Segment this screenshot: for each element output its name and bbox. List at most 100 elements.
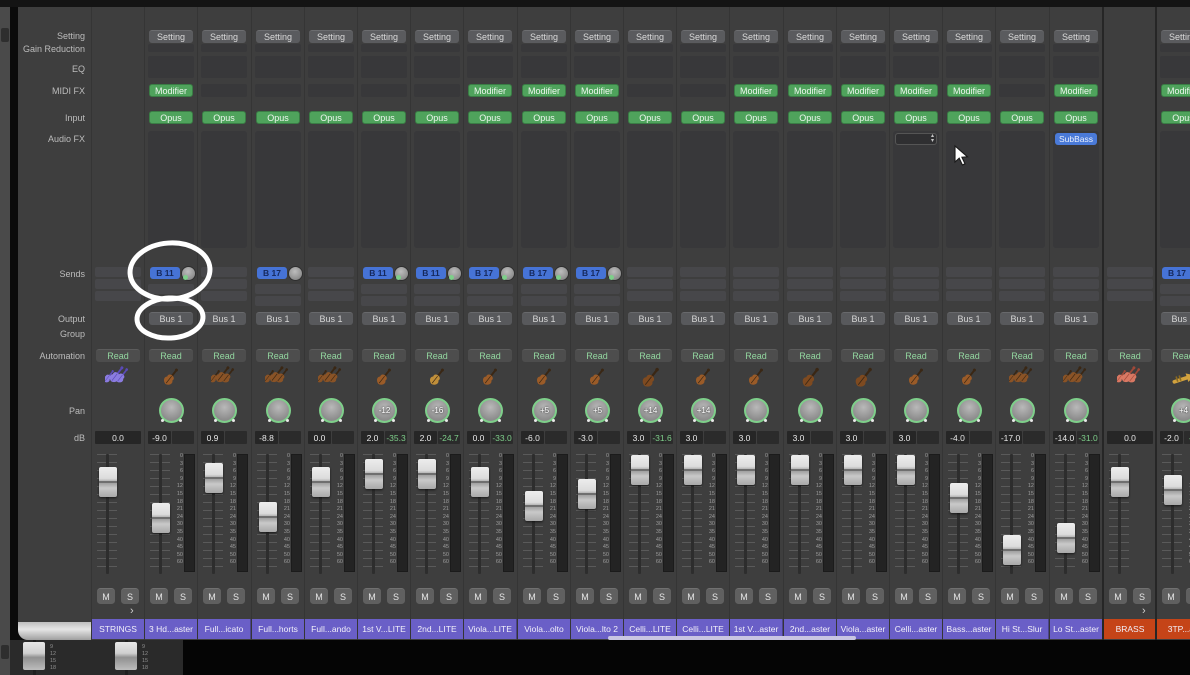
pan-knob[interactable] bbox=[904, 398, 929, 423]
db-display[interactable]: 3.0 bbox=[840, 431, 886, 444]
pan-knob[interactable] bbox=[319, 398, 344, 423]
fader-cap[interactable] bbox=[737, 455, 755, 485]
automation-read-button[interactable]: Read bbox=[1000, 349, 1044, 362]
gain-reduction-slot[interactable] bbox=[999, 44, 1045, 52]
fader-cap[interactable] bbox=[950, 483, 968, 513]
solo-button[interactable]: S bbox=[1186, 588, 1190, 604]
pan-knob[interactable]: +14 bbox=[638, 398, 663, 423]
mute-button[interactable]: M bbox=[416, 588, 434, 604]
fader-cap[interactable] bbox=[897, 455, 915, 485]
fader-cap[interactable] bbox=[99, 467, 117, 497]
fader-cap[interactable] bbox=[1111, 467, 1129, 497]
send-empty-slot[interactable] bbox=[733, 279, 779, 289]
input-opus-button[interactable]: Opus bbox=[362, 111, 406, 124]
channel-setting-button[interactable]: Setting bbox=[681, 30, 725, 43]
fader-cap[interactable] bbox=[525, 491, 543, 521]
fader-track[interactable] bbox=[1064, 454, 1067, 574]
send-empty-slot[interactable] bbox=[308, 279, 354, 289]
send-empty-slot[interactable] bbox=[521, 284, 567, 294]
midi-fx-modifier-button[interactable]: Modifier bbox=[788, 84, 832, 97]
send-empty-slot[interactable] bbox=[361, 296, 407, 306]
midi-fx-modifier-button[interactable]: Modifier bbox=[575, 84, 619, 97]
send-empty-slot[interactable] bbox=[787, 291, 833, 301]
eq-thumbnail-slot[interactable] bbox=[308, 56, 354, 78]
send-empty-slot[interactable] bbox=[1053, 279, 1099, 289]
midi-fx-modifier-button[interactable]: Modifier bbox=[947, 84, 991, 97]
mute-button[interactable]: M bbox=[469, 588, 487, 604]
midi-fx-empty-slot[interactable] bbox=[361, 84, 407, 97]
volume-value[interactable]: 2.0 bbox=[361, 431, 384, 444]
send-empty-slot[interactable] bbox=[201, 291, 247, 301]
pan-knob[interactable]: +4 bbox=[1171, 398, 1190, 423]
db-display[interactable]: 3.0 bbox=[893, 431, 939, 444]
automation-read-button[interactable]: Read bbox=[788, 349, 832, 362]
send-empty-slot[interactable] bbox=[1107, 267, 1153, 277]
input-opus-button[interactable]: Opus bbox=[309, 111, 353, 124]
solo-button[interactable]: S bbox=[919, 588, 937, 604]
eq-thumbnail-slot[interactable] bbox=[1160, 56, 1190, 78]
db-display[interactable]: 3.0-31.6 bbox=[627, 431, 673, 444]
output-bus-button[interactable]: Bus 1 bbox=[202, 312, 246, 325]
output-bus-button[interactable]: Bus 1 bbox=[575, 312, 619, 325]
solo-button[interactable]: S bbox=[174, 588, 192, 604]
mute-button[interactable]: M bbox=[310, 588, 328, 604]
volume-value[interactable]: 3.0 bbox=[680, 431, 703, 444]
track-name[interactable]: Lo St...aster bbox=[1050, 619, 1103, 639]
volume-value[interactable]: 0.0 bbox=[95, 431, 141, 444]
send-empty-slot[interactable] bbox=[95, 279, 141, 289]
channel-setting-button[interactable]: Setting bbox=[1161, 30, 1190, 43]
output-bus-button[interactable]: Bus 1 bbox=[522, 312, 566, 325]
db-display[interactable]: 3.0 bbox=[680, 431, 726, 444]
mute-button[interactable]: M bbox=[895, 588, 913, 604]
eq-thumbnail-slot[interactable] bbox=[201, 56, 247, 78]
db-display[interactable]: -14.0-31.0 bbox=[1053, 431, 1099, 444]
db-display[interactable]: -9.0 bbox=[148, 431, 194, 444]
channel-setting-button[interactable]: Setting bbox=[522, 30, 566, 43]
send-empty-slot[interactable] bbox=[680, 267, 726, 277]
solo-button[interactable]: S bbox=[227, 588, 245, 604]
channel-setting-button[interactable]: Setting bbox=[575, 30, 619, 43]
db-display[interactable]: 0.0 bbox=[308, 431, 354, 444]
db-display[interactable]: 3.0 bbox=[787, 431, 833, 444]
solo-button[interactable]: S bbox=[281, 588, 299, 604]
fader-track[interactable] bbox=[1171, 454, 1174, 574]
mute-button[interactable]: M bbox=[363, 588, 381, 604]
send-empty-slot[interactable] bbox=[201, 279, 247, 289]
send-empty-slot[interactable] bbox=[946, 291, 992, 301]
input-opus-button[interactable]: Opus bbox=[1054, 111, 1098, 124]
solo-button[interactable]: S bbox=[600, 588, 618, 604]
channel-setting-button[interactable]: Setting bbox=[362, 30, 406, 43]
pan-knob[interactable]: +5 bbox=[532, 398, 557, 423]
send-empty-slot[interactable] bbox=[733, 291, 779, 301]
send-bus-button[interactable]: B 11 bbox=[150, 267, 180, 279]
input-opus-button[interactable]: Opus bbox=[894, 111, 938, 124]
automation-read-button[interactable]: Read bbox=[894, 349, 938, 362]
volume-value[interactable]: 3.0 bbox=[787, 431, 810, 444]
channel-setting-button[interactable]: Setting bbox=[788, 30, 832, 43]
send-empty-slot[interactable] bbox=[946, 267, 992, 277]
gain-reduction-slot[interactable] bbox=[627, 44, 673, 52]
pan-knob[interactable] bbox=[212, 398, 237, 423]
send-level-knob[interactable] bbox=[555, 267, 568, 280]
volume-value[interactable]: -14.0 bbox=[1053, 431, 1076, 444]
db-display[interactable]: -4.0 bbox=[946, 431, 992, 444]
eq-thumbnail-slot[interactable] bbox=[893, 56, 939, 78]
send-empty-slot[interactable] bbox=[733, 267, 779, 277]
solo-button[interactable]: S bbox=[1025, 588, 1043, 604]
midi-fx-modifier-button[interactable]: Modifier bbox=[734, 84, 778, 97]
solo-button[interactable]: S bbox=[1079, 588, 1097, 604]
send-empty-slot[interactable] bbox=[627, 291, 673, 301]
mute-button[interactable]: M bbox=[523, 588, 541, 604]
send-empty-slot[interactable] bbox=[946, 279, 992, 289]
gain-reduction-slot[interactable] bbox=[361, 44, 407, 52]
pan-knob[interactable] bbox=[744, 398, 769, 423]
gain-reduction-slot[interactable] bbox=[946, 44, 992, 52]
solo-button[interactable]: S bbox=[387, 588, 405, 604]
automation-read-button[interactable]: Read bbox=[415, 349, 459, 362]
volume-value[interactable]: -2.0 bbox=[1160, 431, 1183, 444]
mute-button[interactable]: M bbox=[150, 588, 168, 604]
volume-value[interactable]: -4.0 bbox=[946, 431, 969, 444]
send-level-knob[interactable] bbox=[501, 267, 514, 280]
send-empty-slot[interactable] bbox=[787, 267, 833, 277]
db-display[interactable]: 2.0-35.3 bbox=[361, 431, 407, 444]
